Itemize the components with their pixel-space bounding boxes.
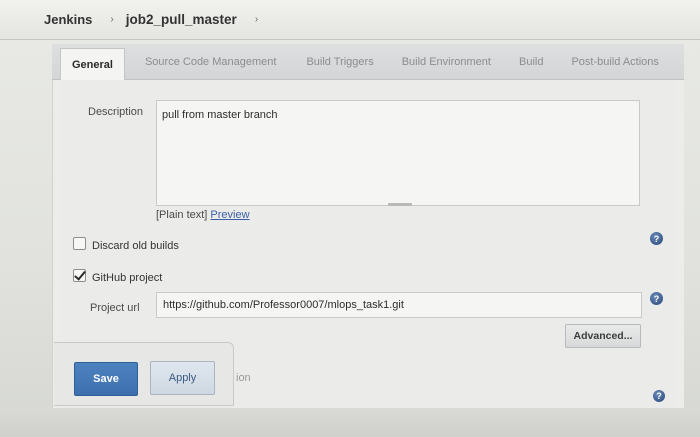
obscured-section-label: ion: [236, 372, 251, 384]
preview-link[interactable]: Preview: [210, 209, 249, 221]
advanced-button[interactable]: Advanced...: [565, 324, 641, 348]
tab-build[interactable]: Build: [507, 45, 555, 79]
tab-general[interactable]: General: [60, 48, 125, 80]
jenkins-config-screen: Jenkins › job2_pull_master › General Sou…: [0, 0, 700, 437]
description-label: Description: [88, 106, 144, 118]
textarea-resize-handle[interactable]: [388, 203, 412, 206]
tab-post-build-actions[interactable]: Post-build Actions: [559, 45, 670, 79]
breadcrumb-jenkins[interactable]: Jenkins: [44, 12, 92, 27]
github-project-checkbox[interactable]: [73, 269, 86, 282]
tab-build-environment[interactable]: Build Environment: [390, 45, 503, 79]
project-url-input[interactable]: [156, 292, 642, 318]
breadcrumb: Jenkins › job2_pull_master ›: [0, 0, 700, 40]
plain-text-label: [Plain text]: [156, 209, 208, 221]
tab-build-triggers[interactable]: Build Triggers: [294, 45, 385, 79]
help-icon[interactable]: ?: [653, 390, 665, 402]
apply-button[interactable]: Apply: [150, 361, 215, 395]
breadcrumb-job[interactable]: job2_pull_master: [126, 12, 237, 27]
save-button[interactable]: Save: [74, 362, 138, 396]
discard-old-builds-checkbox[interactable]: [73, 237, 86, 250]
chevron-right-icon[interactable]: ›: [110, 14, 113, 25]
help-icon[interactable]: ?: [650, 232, 663, 245]
tab-source-code-management[interactable]: Source Code Management: [133, 45, 288, 79]
description-format-hint: [Plain text] Preview: [156, 209, 250, 221]
project-url-label: Project url: [90, 302, 140, 314]
page-bottom: [0, 408, 700, 437]
description-textarea[interactable]: pull from master branch: [156, 100, 640, 206]
config-tabs: General Source Code Management Build Tri…: [52, 44, 684, 80]
discard-old-builds-label: Discard old builds: [92, 240, 179, 252]
chevron-right-icon[interactable]: ›: [255, 14, 258, 25]
help-icon[interactable]: ?: [650, 292, 663, 305]
github-project-label: GitHub project: [92, 272, 163, 284]
